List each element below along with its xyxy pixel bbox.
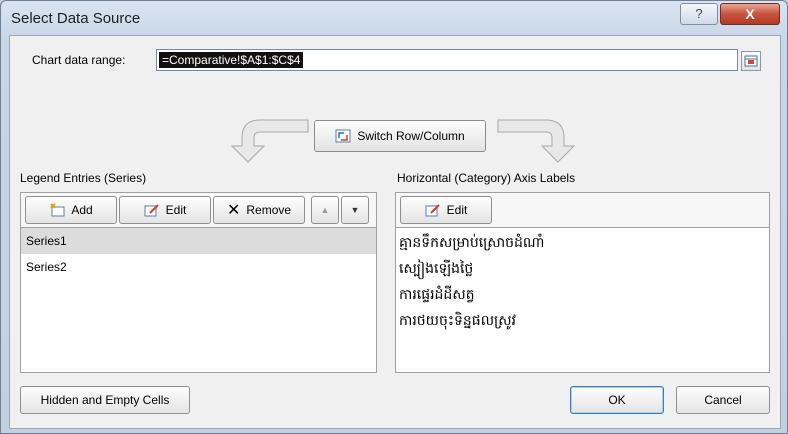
edit-icon (144, 204, 159, 217)
category-item-2[interactable]: ស្បៀងឡើងថ្លៃ (396, 256, 769, 282)
remove-series-button[interactable]: ✕ Remove (213, 196, 305, 224)
hidden-empty-cells-button[interactable]: Hidden and Empty Cells (20, 386, 190, 414)
switch-row-column-icon (335, 129, 351, 143)
series-item-1[interactable]: Series1 (21, 228, 376, 254)
remove-label: Remove (246, 203, 292, 217)
category-toolbar: Edit (395, 192, 770, 228)
category-list[interactable]: គ្មានទឹកសម្រាប់ស្រោចដំណាំ ស្បៀងឡើងថ្លៃ ក… (395, 227, 770, 373)
edit-series-button[interactable]: Edit (119, 196, 211, 224)
legend-entries-label: Legend Entries (Series) (20, 171, 147, 185)
curved-arrow-right-icon (497, 119, 576, 163)
chart-data-range-value: =Comparative!$A$1:$C$4 (159, 52, 304, 68)
series-item-2[interactable]: Series2 (21, 254, 376, 280)
move-up-icon: ▲ (320, 205, 330, 215)
title-bar: Select Data Source ? X (1, 1, 787, 35)
dialog-title: Select Data Source (11, 10, 141, 27)
edit-category-button[interactable]: Edit (400, 196, 492, 224)
ok-label: OK (608, 393, 626, 407)
close-button[interactable]: X (720, 3, 780, 25)
switch-row-column-label: Switch Row/Column (357, 129, 465, 143)
legend-toolbar: Add Edit ✕ Remove ▲ ▼ (20, 192, 377, 228)
select-data-source-dialog: Select Data Source ? X Chart data range:… (0, 0, 788, 434)
ok-button[interactable]: OK (570, 386, 664, 414)
cancel-button[interactable]: Cancel (676, 386, 770, 414)
category-item-4[interactable]: ការថយចុះទិន្នផលស្រូវ (396, 308, 769, 334)
edit-icon (425, 204, 440, 217)
cancel-label: Cancel (704, 393, 742, 407)
series-list[interactable]: Series1 Series2 (20, 227, 377, 373)
category-item-3[interactable]: ការផ្ទេរដំដីសត្វ (396, 282, 769, 308)
hidden-empty-cells-label: Hidden and Empty Cells (40, 393, 170, 407)
add-label: Add (71, 203, 93, 217)
chart-data-range-input[interactable]: =Comparative!$A$1:$C$4 (156, 49, 738, 71)
switch-row-column-button[interactable]: Switch Row/Column (314, 120, 486, 152)
edit-category-label: Edit (446, 203, 468, 217)
collapse-dialog-button[interactable] (741, 51, 761, 71)
chart-data-range-label: Chart data range: (32, 53, 126, 67)
category-axis-labels-label: Horizontal (Category) Axis Labels (397, 171, 576, 185)
edit-label: Edit (165, 203, 187, 217)
move-up-button[interactable]: ▲ (311, 196, 339, 224)
curved-arrow-left-icon (230, 119, 309, 163)
move-down-button[interactable]: ▼ (341, 196, 369, 224)
add-series-button[interactable]: Add (25, 196, 117, 224)
move-down-icon: ▼ (350, 205, 360, 215)
category-item-1[interactable]: គ្មានទឹកសម្រាប់ស្រោចដំណាំ (396, 230, 769, 256)
dialog-body: Chart data range: =Comparative!$A$1:$C$4… (9, 35, 781, 429)
help-button[interactable]: ? (680, 3, 718, 25)
add-icon (50, 203, 65, 217)
remove-icon: ✕ (226, 202, 241, 219)
range-selector-icon (744, 55, 758, 67)
